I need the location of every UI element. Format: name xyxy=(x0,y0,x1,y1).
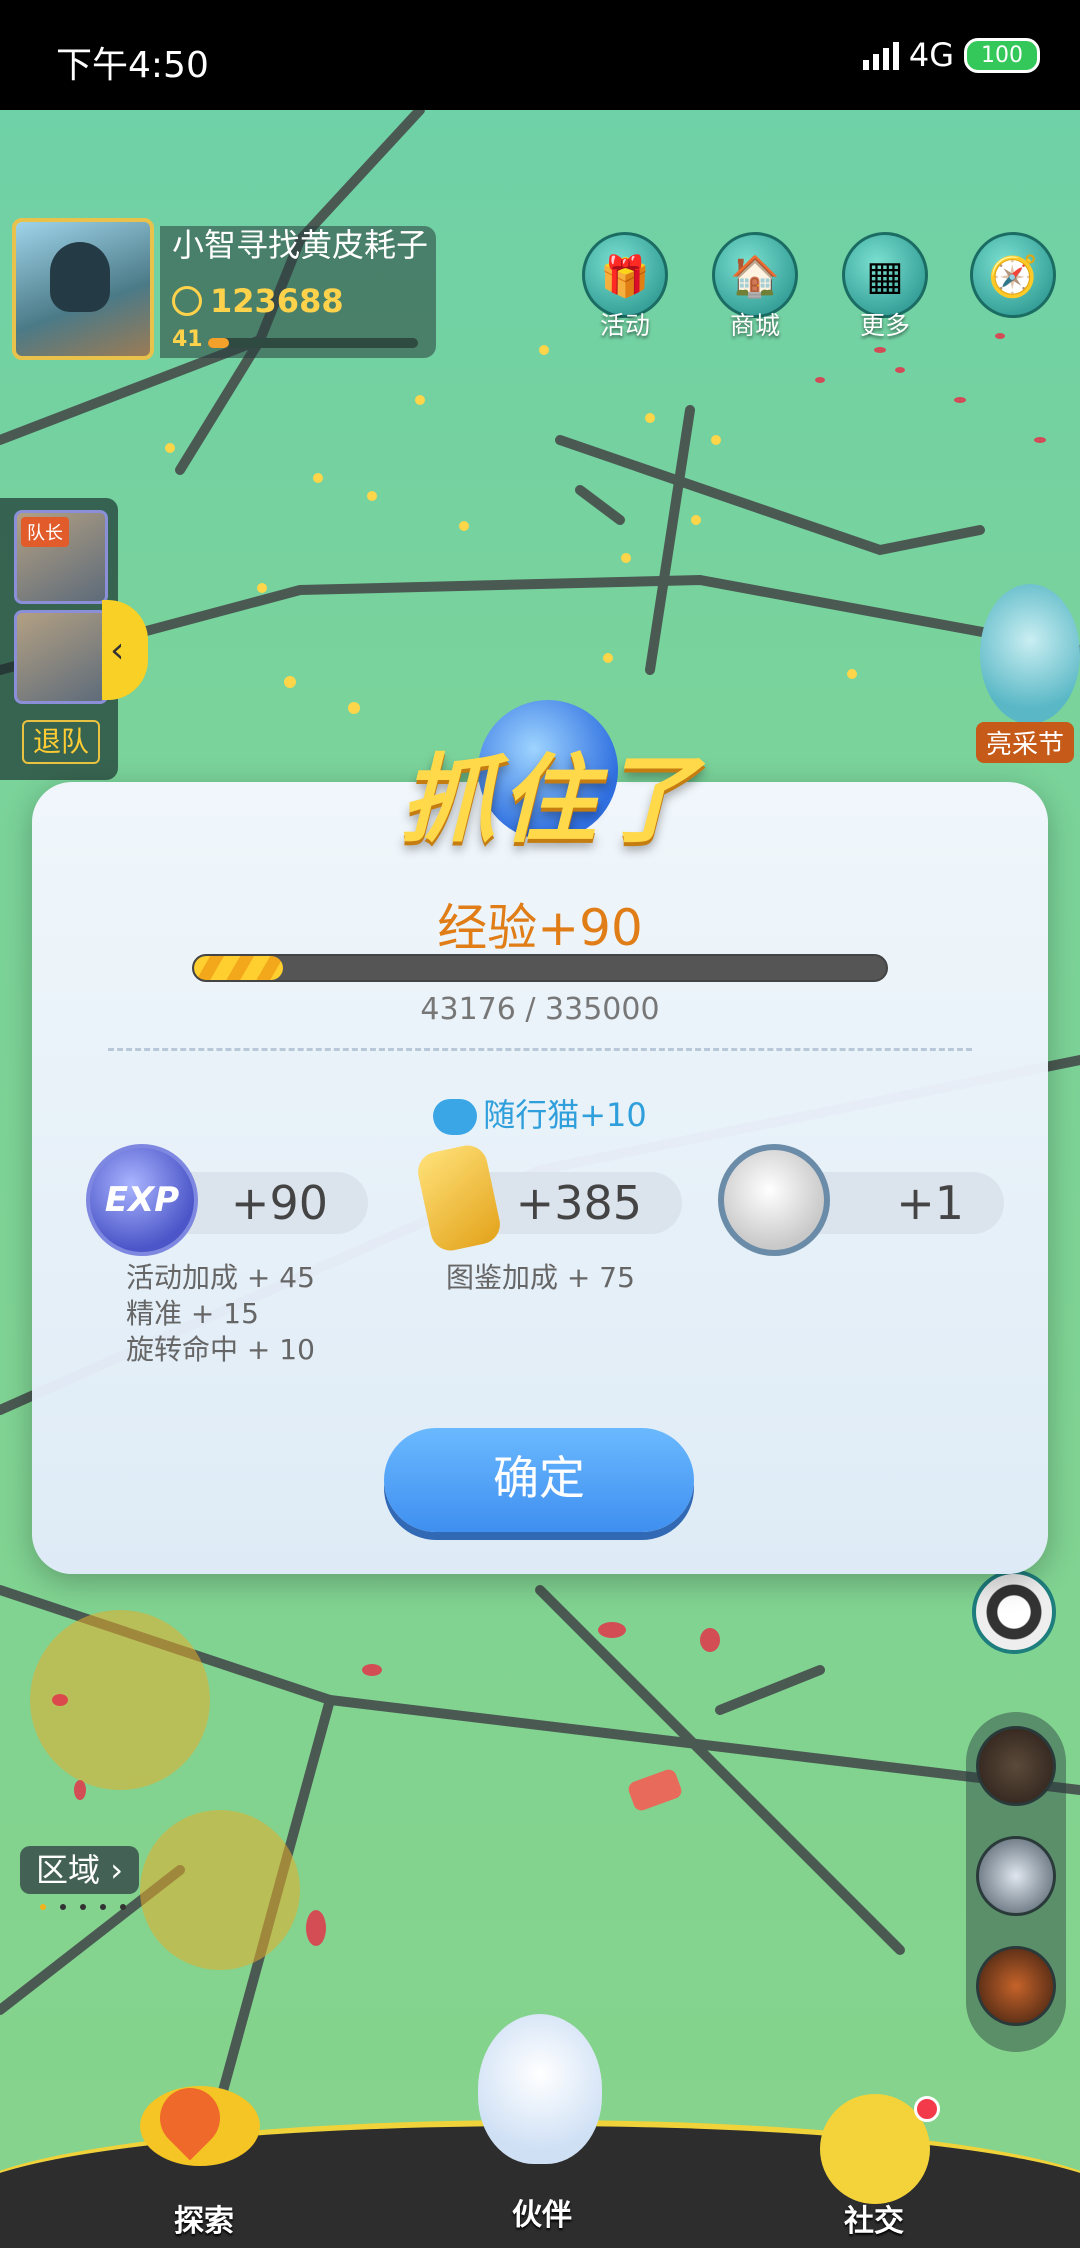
taiji-icon[interactable] xyxy=(972,1570,1056,1654)
region-label: 区域 xyxy=(36,1851,101,1889)
battery-level: 100 xyxy=(981,42,1023,68)
status-time: 下午4:50 xyxy=(56,45,209,86)
notification-dot xyxy=(914,2096,940,2122)
status-indicators: 4G 100 xyxy=(862,36,1040,74)
exp-icon: EXP xyxy=(86,1144,198,1256)
task-label[interactable]: 亮采节 xyxy=(975,722,1074,763)
exp-progress-bar xyxy=(192,954,888,982)
activity-label: 活动 xyxy=(599,311,650,340)
nav-social[interactable]: 社交 xyxy=(844,2196,904,2240)
leave-team-button[interactable]: 退队 xyxy=(22,720,100,764)
shop-icon: 🏠 xyxy=(730,254,780,300)
caught-title: 抓住了 xyxy=(400,744,700,856)
exp-bonus-list: 活动加成 + 45 精准 + 15 旋转命中 + 10 xyxy=(126,1260,315,1368)
status-bar: 下午4:50 4G 100 xyxy=(0,0,1080,110)
level-progress-bar xyxy=(208,338,418,348)
exp-icon-text: EXP xyxy=(104,1180,180,1220)
divider xyxy=(108,1048,972,1051)
coin-balance: 123688 xyxy=(172,282,344,320)
more-label: 更多 xyxy=(859,311,910,340)
page-dots xyxy=(40,1904,126,1910)
team-member[interactable] xyxy=(14,610,108,704)
player-name: 小智寻找黄皮耗子 xyxy=(172,226,429,264)
crystal-icon xyxy=(414,1141,504,1255)
player-level: 41 xyxy=(172,327,203,352)
cat-bonus: 随行猫+10 xyxy=(32,1090,1048,1136)
battery-icon: 100 xyxy=(964,37,1040,73)
coin-icon xyxy=(172,286,202,316)
exp-count: 43176 / 335000 xyxy=(420,992,660,1027)
pet-reward-value: +1 xyxy=(896,1176,964,1230)
network-type: 4G xyxy=(908,36,954,74)
exp-reward-value: +90 xyxy=(230,1176,328,1230)
team-member-leader[interactable]: 队长 xyxy=(14,510,108,604)
exp-bonus-spin: 旋转命中 + 10 xyxy=(126,1333,315,1366)
player-avatar[interactable] xyxy=(12,218,154,360)
chevron-right-icon: › xyxy=(100,1851,123,1889)
compass-icon: 🧭 xyxy=(988,254,1038,300)
nav-partner[interactable]: 伙伴 xyxy=(512,2190,572,2234)
exp-bonus-precision: 精准 + 15 xyxy=(126,1297,259,1330)
coin-value: 123688 xyxy=(210,282,344,320)
signal-icon xyxy=(862,40,899,70)
exp-gain: 经验+90 xyxy=(437,899,643,957)
region-button[interactable]: 区域 › xyxy=(20,1846,139,1894)
compass-button[interactable]: 🧭 xyxy=(970,232,1056,318)
tool-monster-3[interactable] xyxy=(976,1946,1056,2026)
tool-column xyxy=(966,1712,1066,2052)
more-icon: ▦ xyxy=(866,253,904,299)
pet-icon xyxy=(718,1144,830,1256)
leader-tag: 队长 xyxy=(21,517,69,547)
gift-icon: 🎁 xyxy=(600,254,650,300)
confirm-button[interactable]: 确定 xyxy=(384,1428,694,1532)
partner-pet-icon[interactable] xyxy=(478,2014,602,2164)
shop-label: 商城 xyxy=(729,311,780,340)
crystal-bonus: 图鉴加成 + 75 xyxy=(446,1261,635,1294)
capture-result-dialog: 经验+90 43176 / 335000 随行猫+10 +90 EXP +385… xyxy=(32,782,1048,1574)
cat-bonus-text: 随行猫+10 xyxy=(483,1096,647,1134)
chevron-left-icon: ‹ xyxy=(110,630,125,671)
tool-monster-2[interactable] xyxy=(976,1836,1056,1916)
cat-icon xyxy=(433,1099,478,1135)
task-character[interactable] xyxy=(980,584,1080,724)
tool-monster-1[interactable] xyxy=(976,1726,1056,1806)
exp-progress-fill xyxy=(194,956,284,980)
nav-explore[interactable]: 探索 xyxy=(174,2196,234,2240)
crystal-reward-value: +385 xyxy=(515,1176,642,1230)
exp-bonus-activity: 活动加成 + 45 xyxy=(126,1261,315,1294)
level-progress-fill xyxy=(208,338,229,348)
